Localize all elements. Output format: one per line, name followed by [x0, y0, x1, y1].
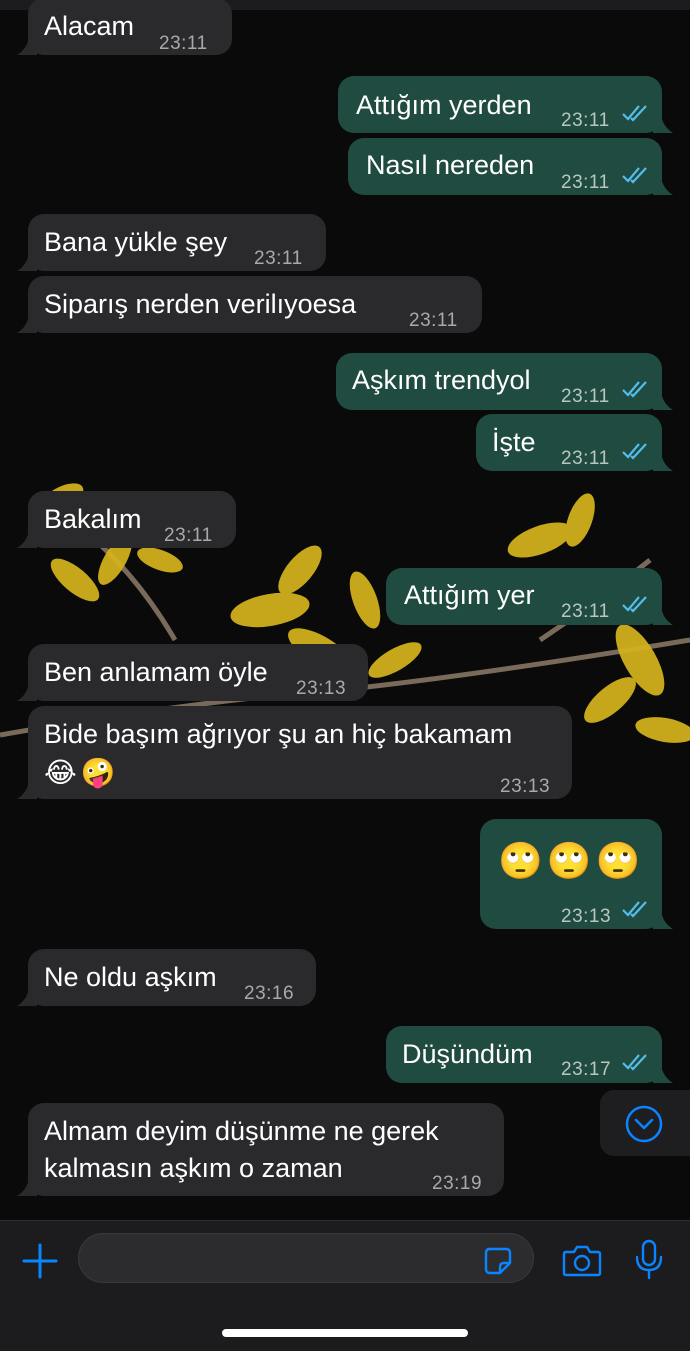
message-time: 23:17: [561, 1059, 612, 1080]
message-time: 23:11: [561, 601, 610, 622]
bubble-tail: [17, 781, 37, 799]
message-text: Attığım yerden: [356, 90, 532, 120]
message-incoming[interactable]: Bana yükle şey 23:11: [17, 214, 326, 271]
sticker-icon[interactable]: [482, 1245, 514, 1277]
message-text: Bana yükle şey: [44, 227, 228, 257]
message-text: Attığım yer: [404, 580, 535, 610]
plus-icon[interactable]: [20, 1241, 60, 1281]
microphone-icon[interactable]: [634, 1239, 664, 1281]
message-time: 23:11: [561, 386, 610, 407]
eye-roll-emoji: 🙄: [546, 840, 592, 882]
message-time: 23:13: [296, 678, 347, 699]
message-text: Siparış nerden verilıyoesa: [44, 289, 357, 319]
double-check-icon: [622, 596, 647, 613]
message-outgoing[interactable]: Attığım yerden 23:11: [338, 76, 673, 133]
bubble-tail: [653, 607, 673, 625]
message-time: 23:13: [561, 906, 612, 927]
message-time: 23:11: [254, 248, 303, 269]
bubble-tail: [17, 530, 37, 548]
double-check-icon: [622, 167, 647, 184]
message-time: 23:11: [561, 110, 610, 131]
double-check-icon: [622, 105, 647, 122]
eye-roll-emoji: 🙄: [498, 840, 543, 882]
message-text: Bide başım ağrıyor şu an hiç bakamam: [44, 719, 513, 749]
bubble-tail: [17, 315, 37, 333]
double-check-icon: [622, 1054, 647, 1071]
message-outgoing[interactable]: Attığım yer 23:11: [386, 568, 673, 625]
message-emojis: 🙄 🙄 🙄: [498, 837, 644, 883]
message-text: Bakalım: [44, 504, 142, 534]
message-text: Aşkım trendyol: [352, 365, 531, 395]
double-check-icon: [622, 443, 647, 460]
message-time: 23:11: [409, 310, 458, 331]
bubble-tail: [17, 988, 37, 1006]
message-incoming[interactable]: Alacam 23:11: [17, 0, 232, 55]
bubble-tail: [17, 683, 37, 701]
double-check-icon: [622, 381, 647, 398]
message-outgoing[interactable]: Nasıl nereden 23:11: [348, 138, 673, 195]
message-incoming[interactable]: Bide başım ağrıyor şu an hiç bakamam 😂 🤪 …: [17, 706, 572, 799]
message-emojis: 😂 🤪: [44, 752, 120, 791]
bubble-tail: [17, 1178, 37, 1196]
bubble-tail: [17, 253, 37, 271]
message-text: Ben anlamam öyle: [44, 657, 268, 687]
message-outgoing[interactable]: 🙄 🙄 🙄 23:13: [480, 819, 673, 929]
bubble-tail: [653, 453, 673, 471]
message-outgoing[interactable]: Aşkım trendyol 23:11: [336, 353, 673, 410]
message-outgoing[interactable]: Düşündüm 23:17: [386, 1026, 673, 1083]
bubble-tail: [653, 392, 673, 410]
message-text: Almam deyim düşünme ne gerek kalmasın aş…: [44, 1116, 439, 1183]
message-text: Nasıl nereden: [366, 150, 535, 180]
message-time: 23:11: [164, 525, 213, 546]
message-text: Ne oldu aşkım: [44, 962, 217, 992]
bubble-tail: [653, 1065, 673, 1083]
message-time: 23:16: [244, 983, 295, 1004]
message-text: Alacam: [44, 11, 135, 41]
bubble-tail: [653, 115, 673, 133]
message-time: 23:11: [561, 448, 610, 469]
bubble-tail: [653, 177, 673, 195]
message-incoming[interactable]: Ben anlamam öyle 23:13: [17, 644, 368, 701]
message-text: Düşündüm: [402, 1039, 533, 1069]
message-text: İşte: [492, 427, 536, 457]
camera-icon[interactable]: [562, 1243, 602, 1277]
laughing-emoji: 😂: [44, 757, 77, 789]
message-incoming[interactable]: Bakalım 23:11: [17, 491, 236, 548]
message-outgoing[interactable]: İşte 23:11: [476, 414, 673, 471]
message-input[interactable]: [78, 1233, 534, 1283]
message-time: 23:13: [500, 776, 551, 797]
message-time: 23:11: [561, 172, 610, 193]
message-incoming[interactable]: Ne oldu aşkım 23:16: [17, 949, 316, 1006]
chevron-down-circle-icon: [625, 1105, 663, 1143]
eye-roll-emoji: 🙄: [595, 840, 641, 882]
bubble-tail: [17, 37, 37, 55]
message-incoming[interactable]: Almam deyim düşünme ne gerek kalmasın aş…: [17, 1103, 504, 1196]
composer-bar: [0, 1220, 690, 1351]
zany-face-emoji: 🤪: [80, 757, 116, 789]
scroll-to-bottom-button[interactable]: [600, 1090, 690, 1156]
message-time: 23:11: [159, 33, 208, 54]
bubble-tail: [653, 911, 673, 929]
home-indicator: [222, 1329, 468, 1337]
message-time: 23:19: [432, 1173, 483, 1194]
message-incoming[interactable]: Siparış nerden verilıyoesa 23:11: [17, 276, 482, 333]
double-check-icon: [622, 901, 647, 918]
